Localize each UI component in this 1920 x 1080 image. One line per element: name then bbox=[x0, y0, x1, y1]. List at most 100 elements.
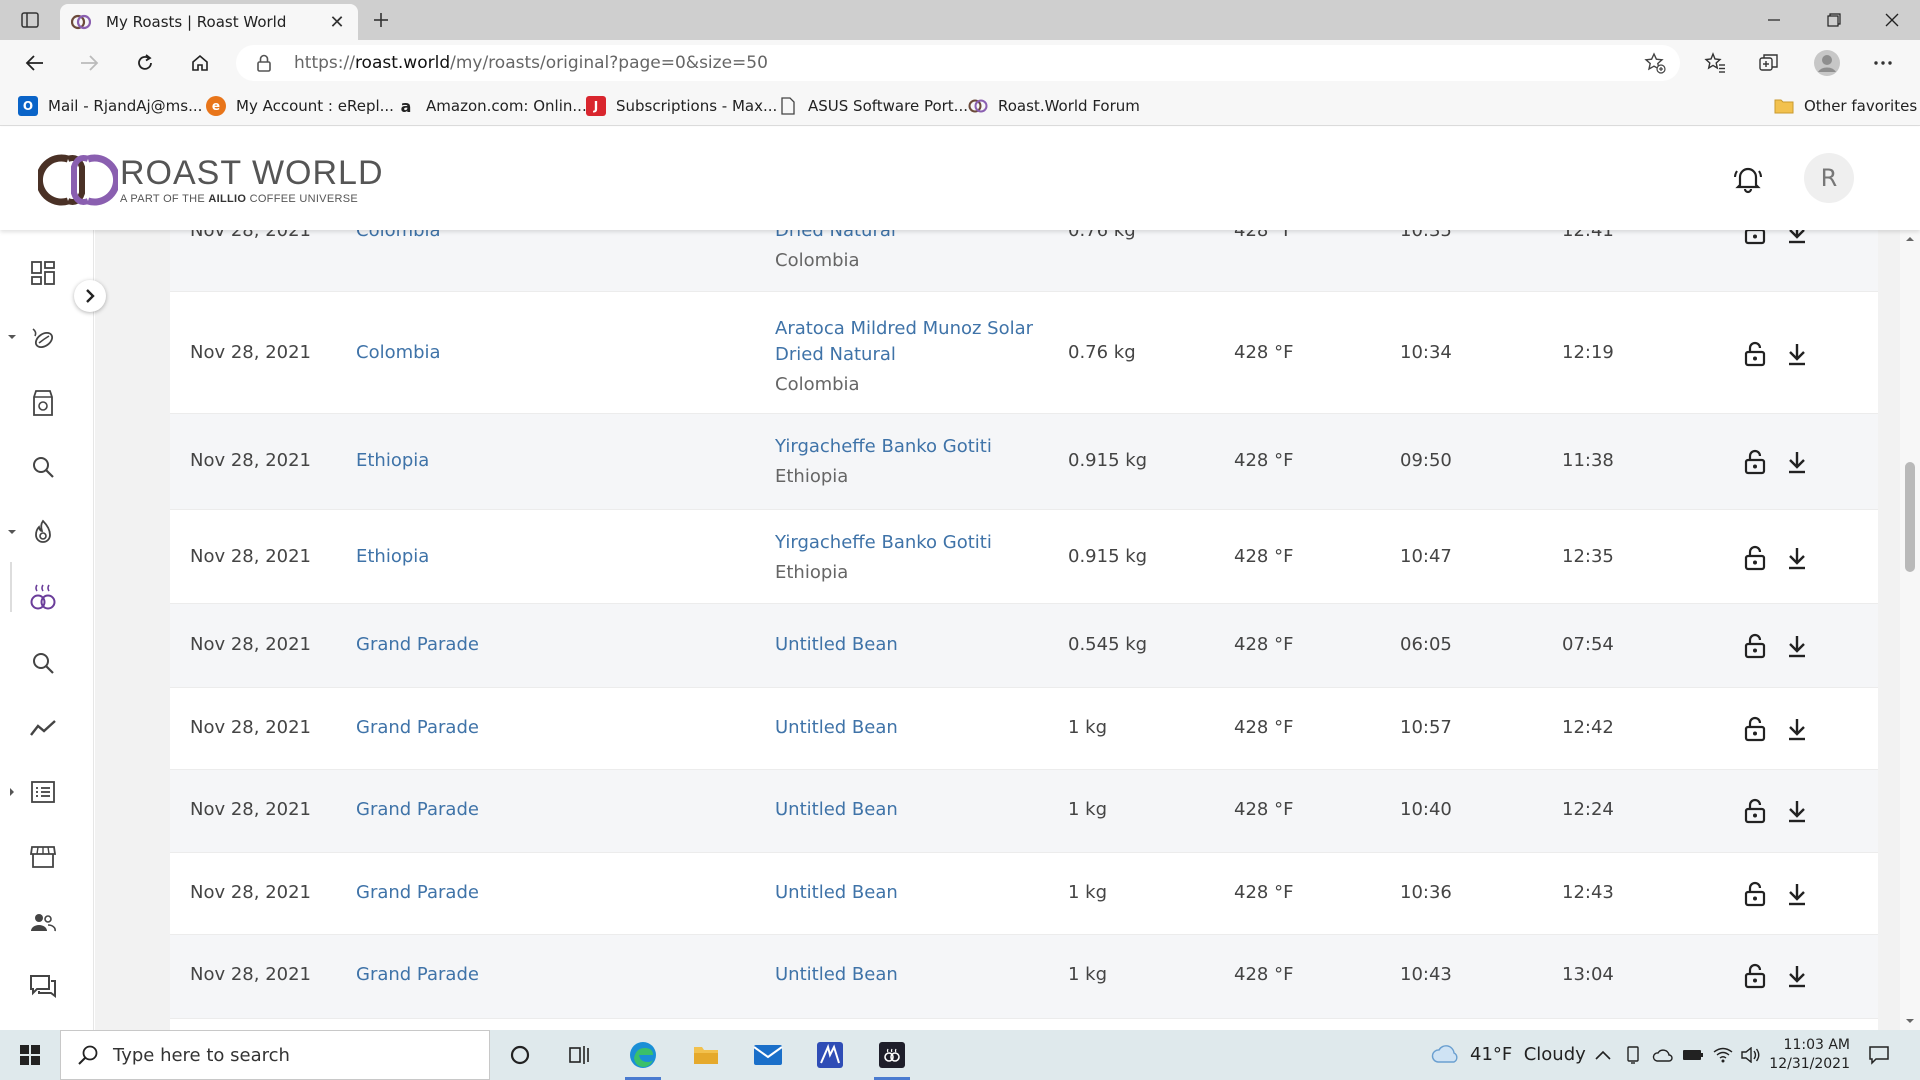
file-explorer-icon[interactable] bbox=[688, 1037, 724, 1073]
secure-lock-icon[interactable] bbox=[254, 53, 274, 73]
windows-start-icon[interactable] bbox=[12, 1037, 48, 1073]
table-row[interactable]: Nov 28, 2021 Colombia Aratoca Mildred Mu… bbox=[170, 292, 1878, 414]
table-row[interactable]: Nov 28, 2021 Grand Parade Untitled Bean … bbox=[170, 604, 1878, 688]
more-menu-icon[interactable] bbox=[1866, 47, 1900, 79]
weather-widget[interactable]: 41°F Cloudy bbox=[1430, 1043, 1586, 1065]
bean-name-link[interactable]: Untitled Bean bbox=[775, 799, 898, 820]
other-favorites[interactable]: Other favorites bbox=[1774, 94, 1917, 118]
roast-origin-link[interactable]: Grand Parade bbox=[356, 964, 479, 985]
table-row[interactable]: Nov 28, 2021 Ethiopia Yirgacheffe Banko … bbox=[170, 510, 1878, 604]
favorite-roastworld-forum[interactable]: Roast.World Forum bbox=[968, 94, 1140, 118]
scroll-up-icon[interactable] bbox=[1905, 234, 1915, 244]
unlock-icon[interactable] bbox=[1742, 797, 1768, 825]
roast-origin-link[interactable]: Ethiopia bbox=[356, 450, 429, 471]
table-row[interactable]: Nov 28, 2021 Grand Parade Untitled Bean … bbox=[170, 935, 1878, 1019]
battery-icon[interactable] bbox=[1682, 1044, 1704, 1066]
table-row[interactable]: Nov 28, 2021 Grand Parade Untitled Bean … bbox=[170, 770, 1878, 853]
add-favorite-icon[interactable] bbox=[1644, 52, 1666, 74]
download-icon[interactable] bbox=[1784, 797, 1810, 825]
collections-icon[interactable] bbox=[1752, 47, 1786, 79]
download-icon[interactable] bbox=[1784, 632, 1810, 660]
bean-name-link[interactable]: Yirgacheffe Banko Gotiti Ethiopia bbox=[775, 434, 992, 490]
close-window-icon[interactable] bbox=[1864, 0, 1920, 40]
dashboard-icon[interactable] bbox=[28, 258, 58, 288]
bean-name-link[interactable]: Untitled Bean bbox=[775, 634, 898, 655]
cortana-icon[interactable] bbox=[502, 1037, 538, 1073]
tab-close-icon[interactable]: ✕ bbox=[326, 11, 348, 33]
home-icon[interactable] bbox=[183, 47, 217, 79]
system-clock[interactable]: 11:03 AM 12/31/2021 bbox=[1760, 1036, 1850, 1074]
app-mathematica-icon[interactable] bbox=[812, 1037, 848, 1073]
favorite-mail[interactable]: O Mail - RjandAj@ms... bbox=[18, 94, 202, 118]
roast-world-logo[interactable]: ROAST WORLD A PART OF THE AILLIO COFFEE … bbox=[38, 151, 384, 209]
unlock-icon[interactable] bbox=[1742, 544, 1768, 572]
user-avatar[interactable]: R bbox=[1804, 153, 1854, 203]
caret-down-icon[interactable] bbox=[7, 527, 17, 537]
taskbar-search-input[interactable]: Type here to search bbox=[60, 1030, 490, 1080]
caret-down-icon[interactable] bbox=[7, 332, 17, 342]
roast-origin-link[interactable]: Colombia bbox=[356, 342, 441, 363]
wifi-icon[interactable] bbox=[1712, 1044, 1734, 1066]
restore-icon[interactable] bbox=[1806, 0, 1862, 40]
download-icon[interactable] bbox=[1784, 715, 1810, 743]
favorites-icon[interactable] bbox=[1698, 47, 1732, 79]
scroll-down-icon[interactable] bbox=[1905, 1016, 1915, 1026]
minimize-icon[interactable] bbox=[1746, 0, 1802, 40]
expand-sidebar-chevron-right-icon[interactable] bbox=[74, 280, 106, 312]
table-row[interactable]: Nov 28, 2021 Colombia Dried Natural Colom… bbox=[170, 230, 1878, 292]
roast-origin-link[interactable]: Grand Parade bbox=[356, 717, 479, 738]
page-scrollbar[interactable] bbox=[1900, 230, 1920, 1030]
app-dark-icon[interactable] bbox=[874, 1037, 910, 1073]
roast-origin-link[interactable]: Grand Parade bbox=[356, 634, 479, 655]
beans-icon[interactable] bbox=[28, 322, 58, 352]
list-icon[interactable] bbox=[28, 777, 58, 807]
notifications-center-icon[interactable] bbox=[1868, 1044, 1890, 1066]
edge-browser-icon[interactable] bbox=[625, 1037, 661, 1073]
roast-origin-link[interactable]: Ethiopia bbox=[356, 546, 429, 567]
browser-tab-active[interactable]: My Roasts | Roast World ✕ bbox=[60, 4, 358, 40]
chevron-up-icon[interactable] bbox=[1592, 1044, 1614, 1066]
roast-origin-link[interactable]: Grand Parade bbox=[356, 799, 479, 820]
bean-name-link[interactable]: Aratoca Mildred Munoz Solar Dried Natural… bbox=[775, 316, 1033, 398]
download-icon[interactable] bbox=[1784, 544, 1810, 572]
unlock-icon[interactable] bbox=[1742, 715, 1768, 743]
mail-icon[interactable] bbox=[750, 1037, 786, 1073]
unlock-icon[interactable] bbox=[1742, 230, 1768, 246]
bean-name-link[interactable]: Yirgacheffe Banko Gotiti Ethiopia bbox=[775, 530, 992, 586]
download-icon[interactable] bbox=[1784, 880, 1810, 908]
favorite-amazon[interactable]: a Amazon.com: Onlin... bbox=[396, 94, 587, 118]
unlock-icon[interactable] bbox=[1742, 880, 1768, 908]
volume-icon[interactable] bbox=[1740, 1044, 1762, 1066]
device-icon[interactable] bbox=[1622, 1044, 1644, 1066]
tab-actions-icon[interactable] bbox=[14, 6, 46, 34]
profile-icon[interactable] bbox=[1810, 47, 1844, 79]
new-tab-icon[interactable] bbox=[366, 6, 396, 34]
notifications-bell-icon[interactable] bbox=[1732, 163, 1764, 195]
community-people-icon[interactable] bbox=[28, 907, 58, 937]
back-icon[interactable] bbox=[18, 47, 52, 79]
inventory-bag-icon[interactable] bbox=[28, 387, 58, 417]
search-beans-icon[interactable] bbox=[28, 452, 58, 482]
search-roasts-icon[interactable] bbox=[28, 648, 58, 678]
download-icon[interactable] bbox=[1784, 962, 1810, 990]
caret-right-icon[interactable] bbox=[7, 787, 17, 797]
task-view-icon[interactable] bbox=[562, 1037, 598, 1073]
table-row[interactable]: Nov 28, 2021 Ethiopia Yirgacheffe Banko … bbox=[170, 414, 1878, 510]
unlock-icon[interactable] bbox=[1742, 448, 1768, 476]
favorite-my-account[interactable]: e My Account : eRepl... bbox=[206, 94, 394, 118]
table-row[interactable] bbox=[170, 1019, 1878, 1030]
unlock-icon[interactable] bbox=[1742, 632, 1768, 660]
onedrive-cloud-icon[interactable] bbox=[1652, 1044, 1674, 1066]
forward-icon[interactable] bbox=[72, 47, 106, 79]
download-icon[interactable] bbox=[1784, 448, 1810, 476]
refresh-icon[interactable] bbox=[128, 47, 162, 79]
roast-origin-link[interactable]: Grand Parade bbox=[356, 882, 479, 903]
unlock-icon[interactable] bbox=[1742, 340, 1768, 368]
download-icon[interactable] bbox=[1784, 340, 1810, 368]
messages-icon[interactable] bbox=[28, 972, 58, 1002]
scrollbar-thumb[interactable] bbox=[1905, 462, 1915, 572]
roasts-flame-icon[interactable] bbox=[28, 517, 58, 547]
unlock-icon[interactable] bbox=[1742, 962, 1768, 990]
marketplace-store-icon[interactable] bbox=[28, 842, 58, 872]
analytics-icon[interactable] bbox=[28, 713, 58, 743]
